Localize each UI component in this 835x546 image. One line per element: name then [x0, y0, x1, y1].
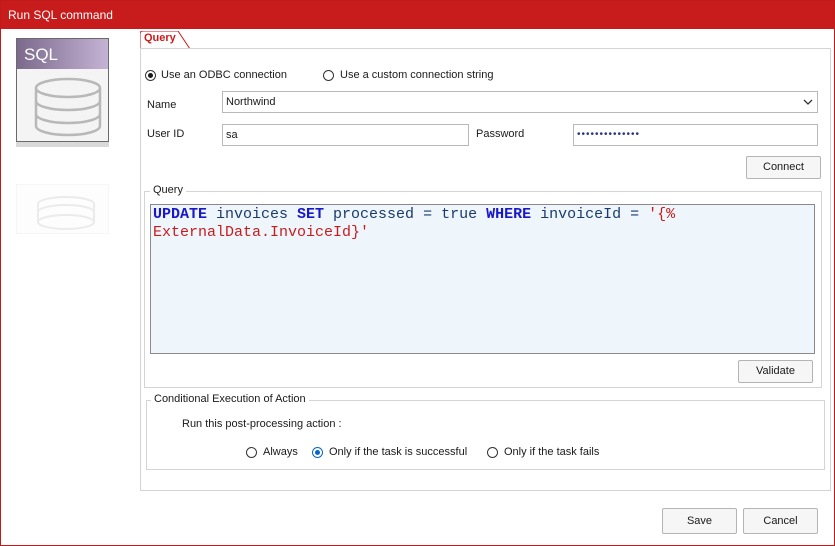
title-bar[interactable]: Run SQL command — [1, 1, 834, 29]
name-label: Name — [147, 99, 177, 111]
sql-line2-token: ExternalData.InvoiceId}' — [153, 224, 370, 241]
sql-line1-token: invoices — [207, 206, 298, 223]
window-title: Run SQL command — [8, 8, 113, 22]
userid-field[interactable]: sa — [222, 124, 469, 146]
save-button[interactable]: Save — [662, 508, 737, 534]
userid-label: User ID — [147, 128, 185, 140]
successful-label[interactable]: Only if the task is successful — [329, 446, 467, 458]
sql-line1-token: WHERE — [486, 206, 532, 223]
password-label: Password — [476, 128, 525, 140]
editor-line-2: ExternalData.InvoiceId}' — [153, 224, 812, 242]
fails-label[interactable]: Only if the task fails — [504, 446, 599, 458]
sql-reflection-icon — [16, 184, 109, 234]
sql-query-editor[interactable]: UPDATE invoices SET processed = true WHE… — [150, 204, 815, 354]
sql-line1-token: invoiceId = — [531, 206, 649, 223]
sql-icon-label: SQL — [24, 45, 58, 64]
sql-line1-token: UPDATE — [153, 206, 208, 223]
connect-button[interactable]: Connect — [746, 156, 821, 179]
custom-connection-label[interactable]: Use a custom connection string — [340, 69, 493, 81]
password-field[interactable]: •••••••••••••• — [573, 124, 818, 146]
password-value: •••••••••••••• — [577, 129, 641, 140]
validate-button[interactable]: Validate — [738, 360, 813, 383]
sql-line1-token: SET — [297, 206, 325, 223]
conditional-group — [146, 400, 825, 470]
sql-line1-token: processed = true — [324, 206, 487, 223]
always-radio[interactable] — [246, 447, 257, 458]
always-label[interactable]: Always — [263, 446, 298, 458]
name-select[interactable]: Northwind — [222, 91, 818, 113]
sql-database-icon: SQL — [16, 38, 109, 147]
odbc-radio[interactable] — [145, 70, 156, 81]
name-value: Northwind — [226, 96, 276, 108]
chevron-down-icon[interactable] — [803, 98, 813, 106]
custom-connection-radio[interactable] — [323, 70, 334, 81]
editor-line-1: UPDATE invoices SET processed = true WHE… — [153, 206, 812, 224]
tab-query[interactable]: Query — [144, 32, 176, 44]
query-group-title: Query — [150, 184, 186, 196]
dialog-window: Run SQL command SQL Query Use an ODBC co… — [0, 0, 835, 546]
fails-radio[interactable] — [487, 447, 498, 458]
conditional-prompt: Run this post-processing action : — [182, 418, 342, 430]
userid-value: sa — [226, 129, 238, 141]
odbc-label[interactable]: Use an ODBC connection — [161, 69, 287, 81]
sql-line1-token: '{% — [648, 206, 676, 223]
successful-radio[interactable] — [312, 447, 323, 458]
cancel-button[interactable]: Cancel — [743, 508, 818, 534]
conditional-group-title: Conditional Execution of Action — [151, 393, 309, 405]
